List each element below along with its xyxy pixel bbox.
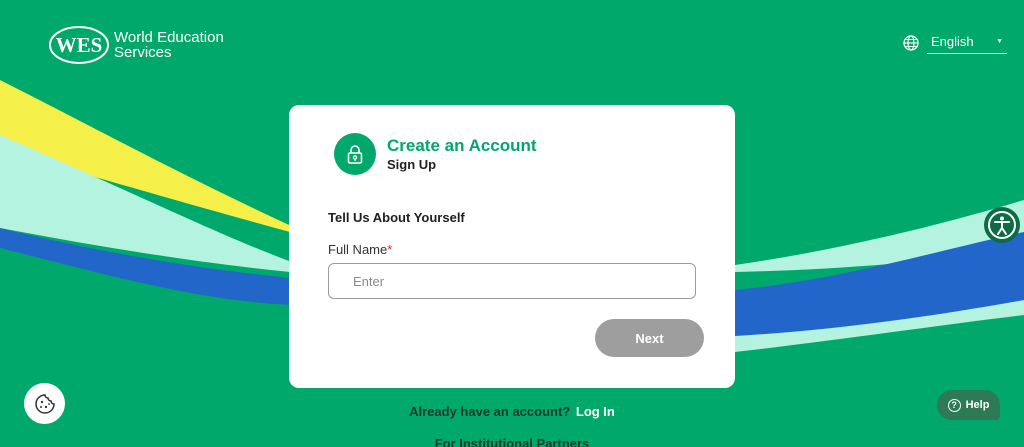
- caret-down-icon: ▼: [996, 38, 1003, 45]
- globe-icon: [903, 35, 919, 51]
- card-header: Create an Account Sign Up: [334, 133, 537, 175]
- login-prompt: Already have an account? Log In: [0, 404, 1024, 419]
- language-dropdown[interactable]: English ▼: [927, 32, 1007, 54]
- full-name-input[interactable]: [328, 263, 696, 299]
- signup-card: Create an Account Sign Up Tell Us About …: [289, 105, 735, 388]
- wes-logo-icon: WES: [49, 26, 109, 64]
- brand-name: World Education Services: [114, 30, 224, 60]
- help-label: Help: [965, 399, 990, 411]
- login-prompt-text: Already have an account?: [409, 404, 571, 419]
- cookie-icon: [34, 393, 55, 414]
- language-selector[interactable]: English ▼: [903, 32, 1007, 54]
- section-title: Tell Us About Yourself: [328, 210, 465, 225]
- next-button[interactable]: Next: [595, 319, 704, 357]
- login-link[interactable]: Log In: [576, 404, 615, 419]
- brand-name-line1: World Education: [114, 29, 224, 46]
- language-selected: English: [931, 34, 974, 49]
- page-subtitle: Sign Up: [387, 156, 437, 172]
- brand-logo-link[interactable]: WES World Education Services: [48, 24, 224, 66]
- full-name-label-text: Full Name: [328, 242, 388, 257]
- cookie-settings-button[interactable]: [24, 383, 65, 424]
- svg-text:WES: WES: [56, 33, 103, 57]
- help-button[interactable]: ? Help: [937, 390, 1000, 420]
- lock-icon: [334, 133, 376, 175]
- accessibility-button[interactable]: [984, 207, 1020, 243]
- page-title: Create an Account: [387, 135, 537, 155]
- required-marker: *: [387, 242, 393, 257]
- institutional-partners-link[interactable]: For Institutional Partners: [0, 436, 1024, 447]
- help-icon: ?: [947, 398, 961, 412]
- accessibility-icon: [988, 211, 1016, 239]
- brand-name-line2: Services: [114, 44, 172, 61]
- full-name-label: Full Name*: [328, 242, 392, 257]
